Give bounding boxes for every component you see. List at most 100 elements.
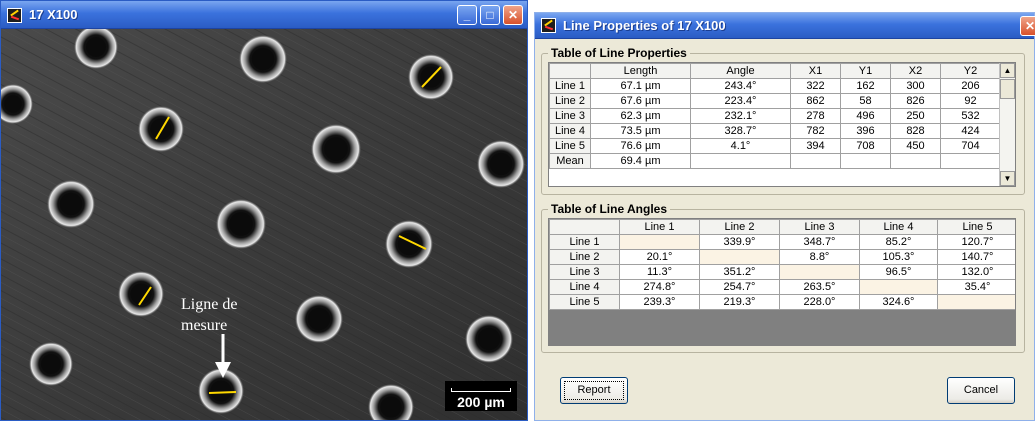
properties-table-frame: Length Angle X1 Y1 X2 Y2 Line 1 67.1 µm 243.4° 3… — [548, 62, 1016, 187]
table-cell: 85.2° — [859, 234, 938, 250]
measure-line — [208, 391, 237, 394]
report-button-focus — [564, 381, 624, 400]
dialog-titlebar[interactable]: Line Properties of 17 X100 ✕ — [535, 13, 1035, 39]
close-icon[interactable]: ✕ — [503, 5, 523, 25]
table-row[interactable]: Line 2 67.6 µm 223.4° 862 58 826 92 — [549, 93, 1001, 109]
table-row[interactable]: Line 3 62.3 µm 232.1° 278 496 250 532 — [549, 108, 1001, 124]
table-cell: 243.4° — [690, 78, 791, 94]
table-row[interactable]: Line 4 73.5 µm 328.7° 782 396 828 424 — [549, 123, 1001, 139]
table-cell: 76.6 µm — [590, 138, 691, 154]
dialog-title: Line Properties of 17 X100 — [563, 18, 726, 33]
table-cell: 62.3 µm — [590, 108, 691, 124]
table-cell — [790, 153, 841, 169]
properties-header-6: Y2 — [940, 63, 1001, 79]
table-cell: 4.1° — [690, 138, 791, 154]
row-header: Line 5 — [549, 138, 591, 154]
table-cell: 300 — [890, 78, 941, 94]
table-row[interactable]: Line 1 67.1 µm 243.4° 322 162 300 206 — [549, 78, 1001, 94]
table-cell: 782 — [790, 123, 841, 139]
table-cell: 92 — [940, 93, 1001, 109]
arrow-down-icon — [215, 334, 231, 378]
angles-table-frame: Line 1 Line 2 Line 3 Line 4 Line 5 Line 1 339… — [548, 218, 1016, 346]
properties-scrollbar[interactable]: ▲ ▼ — [999, 63, 1015, 186]
minimize-icon[interactable]: _ — [457, 5, 477, 25]
crater — [311, 124, 361, 174]
crater — [295, 295, 343, 343]
table-cell: 58 — [840, 93, 891, 109]
app-icon — [7, 8, 22, 23]
properties-header-2: Angle — [690, 63, 791, 79]
crater — [118, 271, 164, 317]
table-cell: 704 — [940, 138, 1001, 154]
table-cell: 11.3° — [619, 264, 700, 280]
properties-header-0 — [549, 63, 591, 79]
app-icon — [541, 18, 556, 33]
table-cell — [690, 153, 791, 169]
crater — [47, 180, 95, 228]
table-row[interactable]: Line 2 20.1° 8.8° 105.3° 140.7° — [549, 249, 1015, 265]
row-header: Line 2 — [549, 249, 620, 265]
row-header: Line 1 — [549, 234, 620, 250]
annotation-line-1: Ligne de — [181, 296, 238, 313]
table-cell: 708 — [840, 138, 891, 154]
table-cell: 67.6 µm — [590, 93, 691, 109]
table-cell: 254.7° — [699, 279, 780, 295]
maximize-icon[interactable]: □ — [480, 5, 500, 25]
table-cell: 73.5 µm — [590, 123, 691, 139]
table-row[interactable]: Line 1 339.9° 348.7° 85.2° 120.7° — [549, 234, 1015, 250]
image-window: 17 X100 _ □ ✕ Ligne de mesure 200 µm — [0, 0, 528, 421]
row-header: Line 3 — [549, 264, 620, 280]
scale-bar-label: 200 µm — [457, 394, 505, 410]
table-cell: 69.4 µm — [590, 153, 691, 169]
table-row[interactable]: Line 5 76.6 µm 4.1° 394 708 450 704 — [549, 138, 1001, 154]
table-cell — [940, 153, 1001, 169]
table-cell: 250 — [890, 108, 941, 124]
angles-header-row: Line 1 Line 2 Line 3 Line 4 Line 5 — [549, 219, 1015, 235]
table-cell: 132.0° — [937, 264, 1015, 280]
row-header: Line 4 — [549, 123, 591, 139]
table-cell: 120.7° — [937, 234, 1015, 250]
crater — [216, 199, 266, 249]
row-header: Line 3 — [549, 108, 591, 124]
sem-micrograph — [1, 29, 527, 420]
table-cell: 228.0° — [779, 294, 860, 310]
table-cell: 206 — [940, 78, 1001, 94]
properties-group: Table of Line Properties Length Angle X1 Y1… — [541, 46, 1025, 195]
row-header: Line 4 — [549, 279, 620, 295]
table-row[interactable]: Line 3 11.3° 351.2° 96.5° 132.0° — [549, 264, 1015, 280]
measure-annotation: Ligne de mesure — [181, 294, 237, 336]
table-cell: 828 — [890, 123, 941, 139]
angles-header-4: Line 4 — [859, 219, 938, 235]
table-cell: 496 — [840, 108, 891, 124]
table-cell: 339.9° — [699, 234, 780, 250]
table-row[interactable]: Mean 69.4 µm — [549, 153, 1001, 169]
table-row[interactable]: Line 5 239.3° 219.3° 228.0° 324.6° — [549, 294, 1015, 310]
angles-header-3: Line 3 — [779, 219, 860, 235]
scroll-down-icon[interactable]: ▼ — [1000, 171, 1015, 186]
report-button[interactable]: Report — [560, 377, 628, 404]
scroll-up-icon[interactable]: ▲ — [1000, 63, 1015, 78]
scale-bar-line — [451, 388, 511, 392]
properties-header-row: Length Angle X1 Y1 X2 Y2 — [549, 63, 1001, 79]
properties-header-4: Y1 — [840, 63, 891, 79]
cancel-button[interactable]: Cancel — [947, 377, 1015, 404]
image-window-titlebar[interactable]: 17 X100 _ □ ✕ — [1, 1, 527, 29]
table-cell: 105.3° — [859, 249, 938, 265]
table-cell: 232.1° — [690, 108, 791, 124]
angles-header-1: Line 1 — [619, 219, 700, 235]
dialog-close-icon[interactable]: ✕ — [1020, 16, 1035, 36]
table-cell: 322 — [790, 78, 841, 94]
table-cell: 394 — [790, 138, 841, 154]
table-cell — [840, 153, 891, 169]
table-cell — [779, 264, 860, 280]
table-cell — [859, 279, 938, 295]
table-cell: 278 — [790, 108, 841, 124]
angles-group-title: Table of Line Angles — [548, 202, 671, 216]
table-cell: 239.3° — [619, 294, 700, 310]
table-row[interactable]: Line 4 274.8° 254.7° 263.5° 35.4° — [549, 279, 1015, 295]
table-cell: 274.8° — [619, 279, 700, 295]
scroll-thumb[interactable] — [1000, 79, 1015, 99]
properties-group-title: Table of Line Properties — [548, 46, 690, 60]
crater — [29, 342, 73, 386]
table-cell: 396 — [840, 123, 891, 139]
